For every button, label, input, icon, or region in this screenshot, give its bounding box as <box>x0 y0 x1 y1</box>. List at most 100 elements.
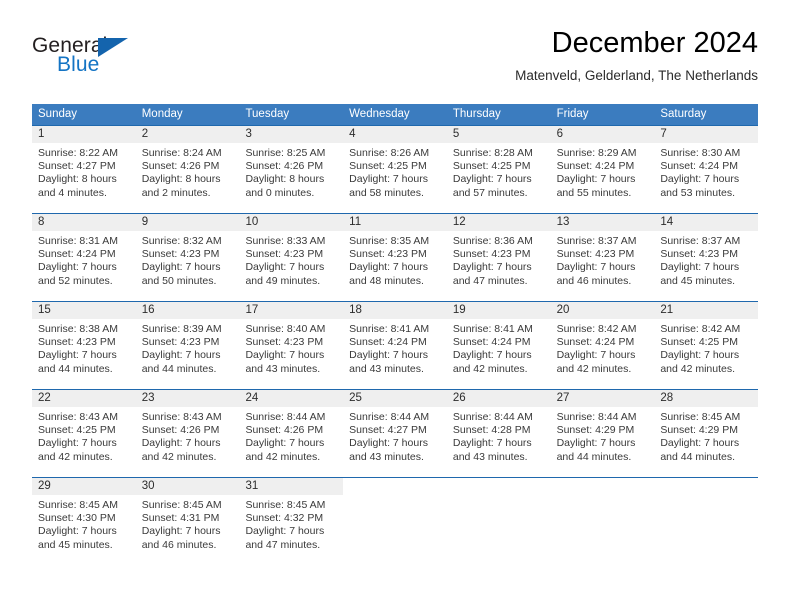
daylight-text-line2: and 52 minutes. <box>38 274 113 287</box>
day-cell[interactable]: 30 Sunrise: 8:45 AM Sunset: 4:31 PM Dayl… <box>135 478 240 565</box>
day-cell[interactable]: 10 Sunrise: 8:33 AM Sunset: 4:23 PM Dayl… <box>239 214 344 301</box>
sunrise-text: Sunrise: 8:35 AM <box>349 235 430 247</box>
sunset-text: Sunset: 4:24 PM <box>556 336 635 349</box>
day-details: Sunrise: 8:24 AM Sunset: 4:26 PM Dayligh… <box>136 143 240 200</box>
daylight-text-line1: Daylight: 7 hours <box>452 437 532 450</box>
sunset-text: Sunset: 4:31 PM <box>141 512 220 525</box>
daylight-text-line2: and 43 minutes. <box>349 450 424 463</box>
weekday-header-thursday: Thursday <box>452 108 501 120</box>
day-details: Sunrise: 8:42 AM Sunset: 4:25 PM Dayligh… <box>654 319 758 376</box>
day-cell[interactable]: 13 Sunrise: 8:37 AM Sunset: 4:23 PM Dayl… <box>550 214 655 301</box>
day-number: 5 <box>452 128 460 140</box>
sunrise-text: Sunrise: 8:40 AM <box>245 323 326 335</box>
sunset-text: Sunset: 4:23 PM <box>660 248 738 261</box>
day-details: Sunrise: 8:41 AM Sunset: 4:24 PM Dayligh… <box>343 319 447 376</box>
day-cell[interactable]: 24 Sunrise: 8:44 AM Sunset: 4:26 PM Dayl… <box>239 390 344 477</box>
day-cell[interactable]: 11 Sunrise: 8:35 AM Sunset: 4:23 PM Dayl… <box>343 214 447 301</box>
day-cell[interactable]: 29 Sunrise: 8:45 AM Sunset: 4:30 PM Dayl… <box>32 478 136 565</box>
daylight-text-line1: Daylight: 8 hours <box>141 173 221 186</box>
sunrise-text: Sunrise: 8:32 AM <box>141 235 222 247</box>
day-cell[interactable]: 16 Sunrise: 8:39 AM Sunset: 4:23 PM Dayl… <box>135 302 240 389</box>
sunrise-text: Sunrise: 8:36 AM <box>452 235 533 247</box>
day-number-band: 6 <box>550 126 655 143</box>
day-cell[interactable]: 18 Sunrise: 8:41 AM Sunset: 4:24 PM Dayl… <box>343 302 447 389</box>
logo-triangle-icon <box>98 38 128 57</box>
day-cell[interactable]: 17 Sunrise: 8:40 AM Sunset: 4:23 PM Dayl… <box>239 302 344 389</box>
sunset-text: Sunset: 4:25 PM <box>452 160 531 173</box>
day-details: Sunrise: 8:41 AM Sunset: 4:24 PM Dayligh… <box>447 319 551 376</box>
day-cell[interactable]: 19 Sunrise: 8:41 AM Sunset: 4:24 PM Dayl… <box>446 302 551 389</box>
daylight-text-line1: Daylight: 7 hours <box>245 349 325 362</box>
sunset-text: Sunset: 4:23 PM <box>141 336 220 349</box>
weekday-header-row: Sunday Monday Tuesday Wednesday Thursday… <box>32 104 758 125</box>
day-cell[interactable]: 3 Sunrise: 8:25 AM Sunset: 4:26 PM Dayli… <box>239 126 344 213</box>
day-cell[interactable]: 26 Sunrise: 8:44 AM Sunset: 4:28 PM Dayl… <box>446 390 551 477</box>
day-cell[interactable]: 7 Sunrise: 8:30 AM Sunset: 4:24 PM Dayli… <box>654 126 759 213</box>
day-number: 30 <box>141 480 155 492</box>
calendar-page: General Blue December 2024 Matenveld, Ge… <box>0 0 792 612</box>
daylight-text-line1: Daylight: 7 hours <box>245 525 325 538</box>
sunrise-text: Sunrise: 8:41 AM <box>452 323 533 335</box>
day-details: Sunrise: 8:30 AM Sunset: 4:24 PM Dayligh… <box>654 143 758 200</box>
sunset-text: Sunset: 4:23 PM <box>245 336 324 349</box>
sunset-text: Sunset: 4:23 PM <box>38 336 116 349</box>
sunset-text: Sunset: 4:25 PM <box>38 424 116 437</box>
daylight-text-line1: Daylight: 7 hours <box>349 261 428 274</box>
day-cell[interactable]: 9 Sunrise: 8:32 AM Sunset: 4:23 PM Dayli… <box>135 214 240 301</box>
daylight-text-line2: and 58 minutes. <box>349 186 424 199</box>
day-cell[interactable]: 4 Sunrise: 8:26 AM Sunset: 4:25 PM Dayli… <box>343 126 447 213</box>
general-blue-logo: General Blue <box>32 34 232 90</box>
daylight-text-line1: Daylight: 7 hours <box>38 437 117 450</box>
day-cell[interactable]: 12 Sunrise: 8:36 AM Sunset: 4:23 PM Dayl… <box>446 214 551 301</box>
day-number-band: 30 <box>135 478 240 495</box>
daylight-text-line2: and 55 minutes. <box>556 186 632 199</box>
daylight-text-line2: and 49 minutes. <box>245 274 321 287</box>
sunrise-text: Sunrise: 8:45 AM <box>38 499 118 511</box>
day-number-band: 1 <box>32 126 136 143</box>
sunrise-text: Sunrise: 8:24 AM <box>141 147 222 159</box>
day-cell[interactable]: 28 Sunrise: 8:45 AM Sunset: 4:29 PM Dayl… <box>654 390 759 477</box>
day-cell[interactable]: 1 Sunrise: 8:22 AM Sunset: 4:27 PM Dayli… <box>32 126 136 213</box>
sunset-text: Sunset: 4:26 PM <box>245 424 324 437</box>
day-cell[interactable]: 20 Sunrise: 8:42 AM Sunset: 4:24 PM Dayl… <box>550 302 655 389</box>
day-cell[interactable]: 22 Sunrise: 8:43 AM Sunset: 4:25 PM Dayl… <box>32 390 136 477</box>
sunrise-text: Sunrise: 8:38 AM <box>38 323 118 335</box>
day-cell[interactable]: 31 Sunrise: 8:45 AM Sunset: 4:32 PM Dayl… <box>239 478 344 565</box>
day-number: 7 <box>660 128 667 140</box>
day-number-band: 21 <box>654 302 759 319</box>
day-cell[interactable]: 21 Sunrise: 8:42 AM Sunset: 4:25 PM Dayl… <box>654 302 759 389</box>
day-cell[interactable]: 15 Sunrise: 8:38 AM Sunset: 4:23 PM Dayl… <box>32 302 136 389</box>
day-cell[interactable]: 6 Sunrise: 8:29 AM Sunset: 4:24 PM Dayli… <box>550 126 655 213</box>
day-number-band: 7 <box>654 126 759 143</box>
day-number-band <box>551 478 655 495</box>
day-cell[interactable]: 8 Sunrise: 8:31 AM Sunset: 4:24 PM Dayli… <box>32 214 136 301</box>
page-title: December 2024 <box>551 27 758 59</box>
day-cell[interactable]: 14 Sunrise: 8:37 AM Sunset: 4:23 PM Dayl… <box>654 214 759 301</box>
sunset-text: Sunset: 4:27 PM <box>349 424 427 437</box>
day-number: 21 <box>660 304 674 316</box>
sunset-text: Sunset: 4:24 PM <box>349 336 427 349</box>
day-cell[interactable]: 23 Sunrise: 8:43 AM Sunset: 4:26 PM Dayl… <box>135 390 240 477</box>
weekday-header-friday: Friday <box>556 108 589 120</box>
day-cell[interactable]: 5 Sunrise: 8:28 AM Sunset: 4:25 PM Dayli… <box>446 126 551 213</box>
day-cell[interactable]: 2 Sunrise: 8:24 AM Sunset: 4:26 PM Dayli… <box>135 126 240 213</box>
day-cell[interactable]: 25 Sunrise: 8:44 AM Sunset: 4:27 PM Dayl… <box>343 390 447 477</box>
day-number-band <box>343 478 447 495</box>
day-number-band: 8 <box>32 214 136 231</box>
day-number: 1 <box>38 128 45 140</box>
sunrise-text: Sunrise: 8:44 AM <box>245 411 326 423</box>
day-number: 6 <box>556 128 563 140</box>
sunset-text: Sunset: 4:23 PM <box>349 248 427 261</box>
daylight-text-line1: Daylight: 7 hours <box>349 173 428 186</box>
day-cell[interactable]: 27 Sunrise: 8:44 AM Sunset: 4:29 PM Dayl… <box>550 390 655 477</box>
sunrise-text: Sunrise: 8:42 AM <box>556 323 637 335</box>
day-number: 9 <box>141 216 149 228</box>
sunrise-text: Sunrise: 8:42 AM <box>660 323 741 335</box>
day-details: Sunrise: 8:44 AM Sunset: 4:28 PM Dayligh… <box>447 407 551 464</box>
daylight-text-line1: Daylight: 7 hours <box>660 261 740 274</box>
day-cell-empty <box>551 478 655 565</box>
daylight-text-line2: and 42 minutes. <box>38 450 113 463</box>
daylight-text-line1: Daylight: 7 hours <box>141 261 221 274</box>
sunset-text: Sunset: 4:29 PM <box>556 424 635 437</box>
weekday-header-tuesday: Tuesday <box>245 108 290 120</box>
